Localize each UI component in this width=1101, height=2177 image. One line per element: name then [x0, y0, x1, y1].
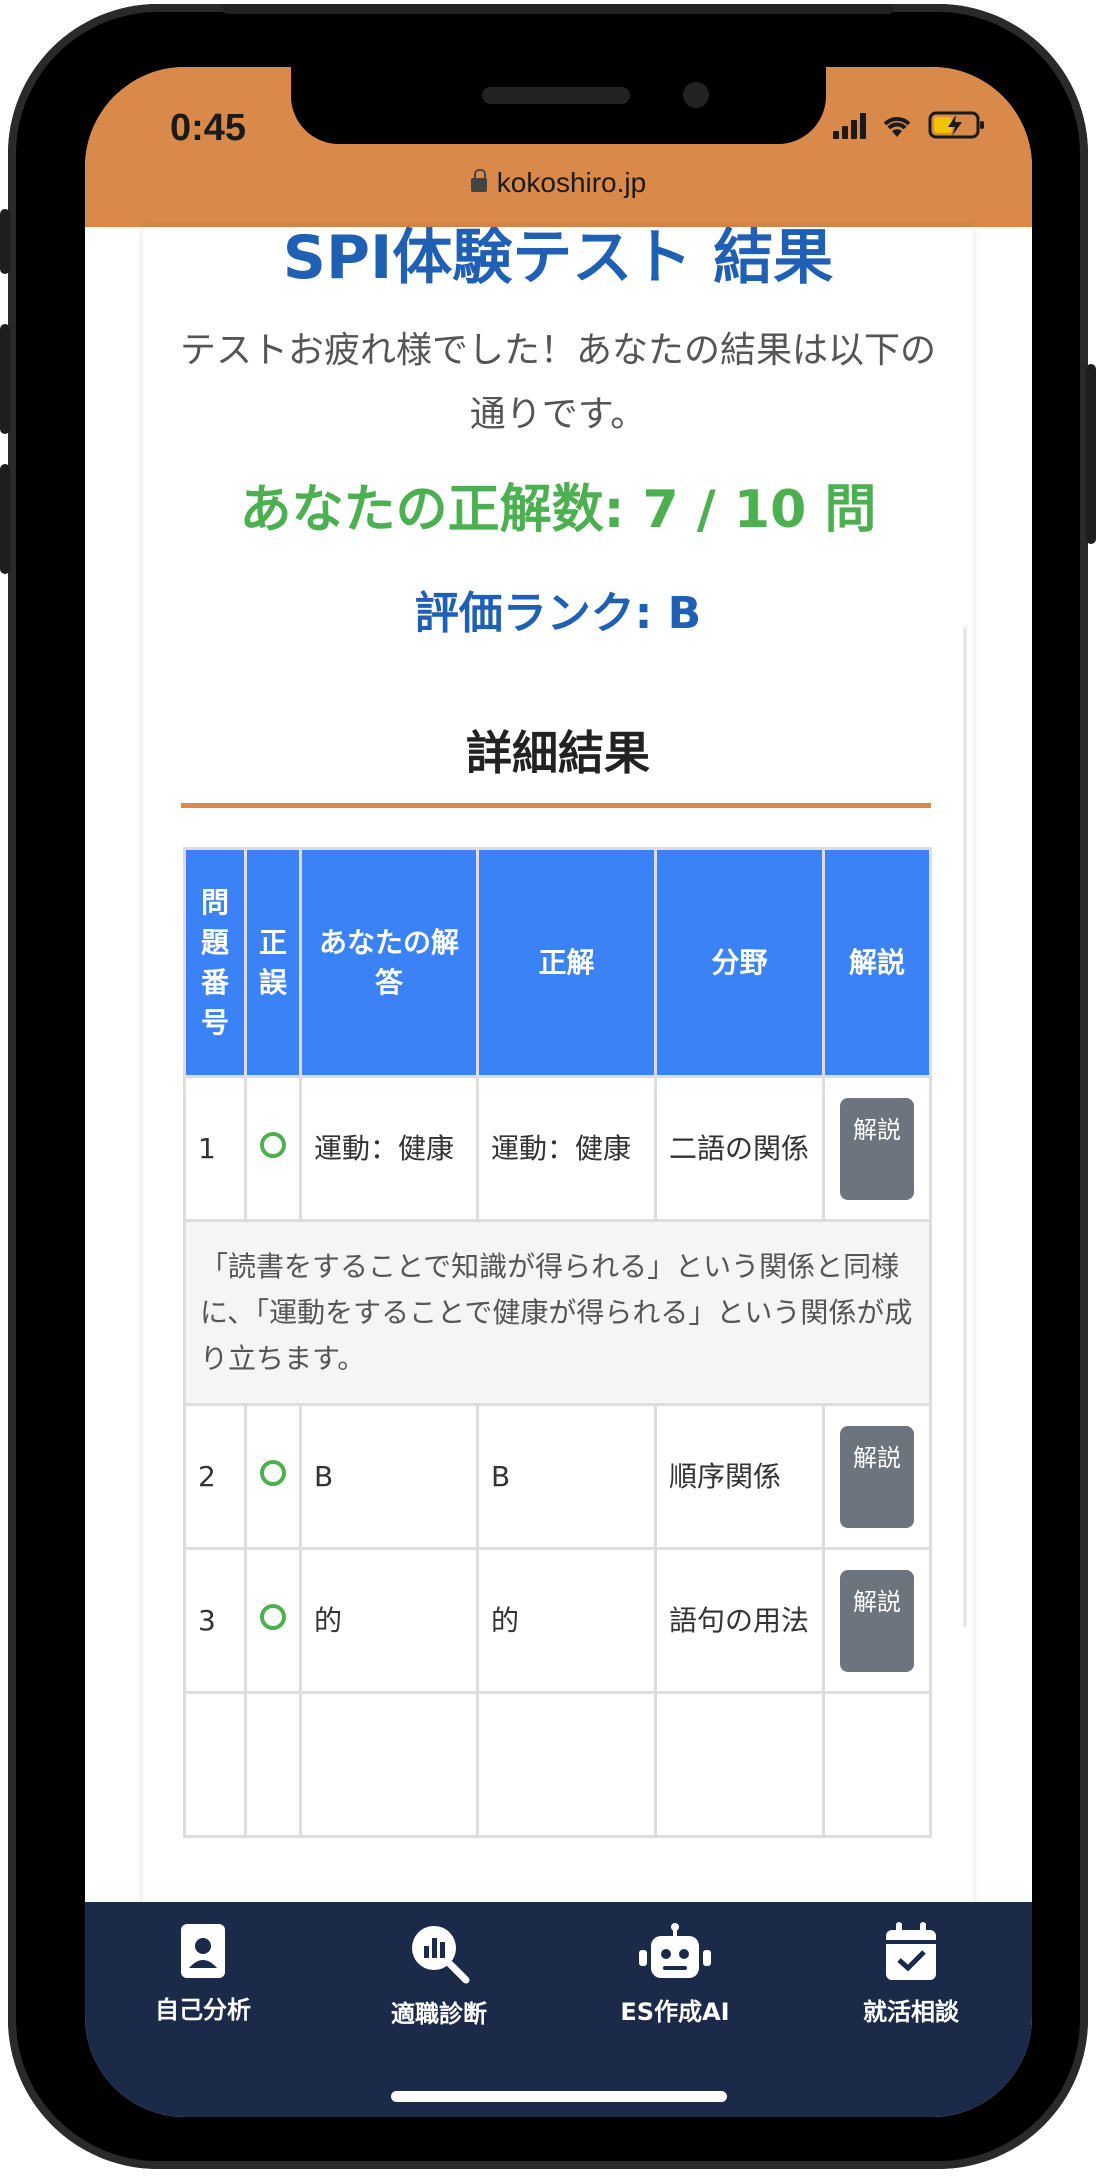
- table-row: 3 的 的 語句の用法 解説: [183, 1547, 932, 1694]
- explanation-button[interactable]: 解説: [840, 1097, 914, 1200]
- robot-icon: [639, 1923, 711, 1978]
- status-bar: 0:45 kokoshiro.jp: [85, 67, 1032, 227]
- nav-label: ES作成AI: [620, 1998, 730, 2026]
- your-answer: 的: [299, 1547, 479, 1694]
- nav-label: 就活相談: [863, 1998, 959, 2026]
- phone-frame: 0:45 kokoshiro.jp SPI体験テスト 結果 テストお疲れ様でした…: [0, 4, 1096, 2169]
- table-row: 2 B B 順序関係 解説: [183, 1403, 932, 1550]
- correct-answer: 的: [476, 1547, 657, 1694]
- correct-answer: 運動：健康: [476, 1075, 657, 1222]
- heading-divider: [181, 803, 931, 808]
- your-answer: 運動：健康: [299, 1075, 479, 1222]
- home-indicator[interactable]: [391, 2091, 727, 2102]
- correct-circle-icon: [260, 1603, 286, 1630]
- calendar-check-icon: [886, 1922, 936, 1980]
- front-camera: [683, 82, 709, 108]
- volume-up-button: [0, 324, 10, 434]
- nav-item-self-analysis[interactable]: 自己分析: [85, 1922, 321, 2025]
- header-question-number: 問題番号: [183, 847, 247, 1078]
- question-number: 1: [183, 1075, 247, 1222]
- correct-circle-icon: [260, 1131, 286, 1158]
- signal-icon: [833, 113, 866, 139]
- explanation-button-cell: 解説: [822, 1403, 932, 1550]
- correct-answer: B: [476, 1403, 657, 1550]
- explanation-row: 「読書をすることで知識が得られる」という関係と同様に、「運動をすることで健康が得…: [183, 1219, 932, 1406]
- header-correctness: 正誤: [244, 847, 302, 1078]
- header-field: 分野: [654, 847, 825, 1078]
- table-header-row: 問題番号 正誤 あなたの解答 正解 分野 解説: [183, 847, 932, 1078]
- volume-down-button: [0, 464, 10, 574]
- nav-item-job-diagnosis[interactable]: 適職診断: [321, 1922, 557, 2029]
- nav-label: 適職診断: [391, 2000, 487, 2028]
- page-subtitle: テストお疲れ様でした！あなたの結果は以下の通りです。: [179, 330, 936, 435]
- bottom-nav: 自己分析 適職診断 ES作成AI 就活相談: [85, 1902, 1032, 2117]
- nav-item-career-consult[interactable]: 就活相談: [793, 1922, 1029, 2027]
- phone-top-edge: [222, 4, 894, 14]
- address-bar[interactable]: kokoshiro.jp: [85, 167, 1032, 199]
- explanation-button[interactable]: 解説: [840, 1569, 914, 1672]
- explanation-button-cell: 解説: [822, 1075, 932, 1222]
- correct-mark-cell: [244, 1075, 302, 1222]
- url-text: kokoshiro.jp: [496, 167, 647, 198]
- lock-icon: [470, 169, 487, 192]
- results-table: 問題番号 正誤 あなたの解答 正解 分野 解説 1 運動：健康 運動：健康 二語…: [183, 847, 932, 1838]
- question-number: 3: [183, 1547, 247, 1694]
- table-row-partial: [183, 1691, 932, 1838]
- explanation-button[interactable]: 解説: [840, 1425, 914, 1528]
- header-explanation: 解説: [822, 847, 932, 1078]
- explanation-text: 「読書をすることで知識が得られる」という関係と同様に、「運動をすることで健康が得…: [183, 1219, 932, 1406]
- id-card-icon: [181, 1924, 225, 1978]
- result-card: SPI体験テスト 結果 テストお疲れ様でした！あなたの結果は以下の通りです。 あ…: [143, 227, 973, 1967]
- correct-circle-icon: [260, 1459, 286, 1486]
- status-time: 0:45: [170, 107, 247, 149]
- nav-label: 自己分析: [155, 1996, 251, 2024]
- correct-mark-cell: [244, 1547, 302, 1694]
- speaker-grille: [482, 87, 630, 104]
- status-icons: [833, 111, 986, 139]
- page-title: SPI体験テスト 結果: [282, 227, 834, 293]
- field: 語句の用法: [654, 1547, 825, 1694]
- question-number: 2: [183, 1403, 247, 1550]
- field: 二語の関係: [654, 1075, 825, 1222]
- power-button: [1086, 364, 1096, 544]
- correct-mark-cell: [244, 1403, 302, 1550]
- nav-item-es-ai[interactable]: ES作成AI: [557, 1922, 793, 2027]
- mute-switch: [0, 209, 10, 274]
- header-correct-answer: 正解: [476, 847, 657, 1078]
- battery-charging-icon: [928, 111, 984, 139]
- chart-search-icon: [412, 1926, 470, 1984]
- notch: [291, 67, 826, 144]
- your-answer: B: [299, 1403, 479, 1550]
- detail-heading: 詳細結果: [466, 726, 650, 780]
- rank-text: 評価ランク: B: [414, 588, 702, 639]
- field: 順序関係: [654, 1403, 825, 1550]
- phone-screen: 0:45 kokoshiro.jp SPI体験テスト 結果 テストお疲れ様でした…: [85, 67, 1032, 2117]
- explanation-button-cell: 解説: [822, 1547, 932, 1694]
- table-row: 1 運動：健康 運動：健康 二語の関係 解説: [183, 1075, 932, 1222]
- header-your-answer: あなたの解答: [299, 847, 479, 1078]
- score-text: あなたの正解数: 7 / 10 問: [239, 480, 877, 540]
- wifi-icon: [883, 117, 911, 137]
